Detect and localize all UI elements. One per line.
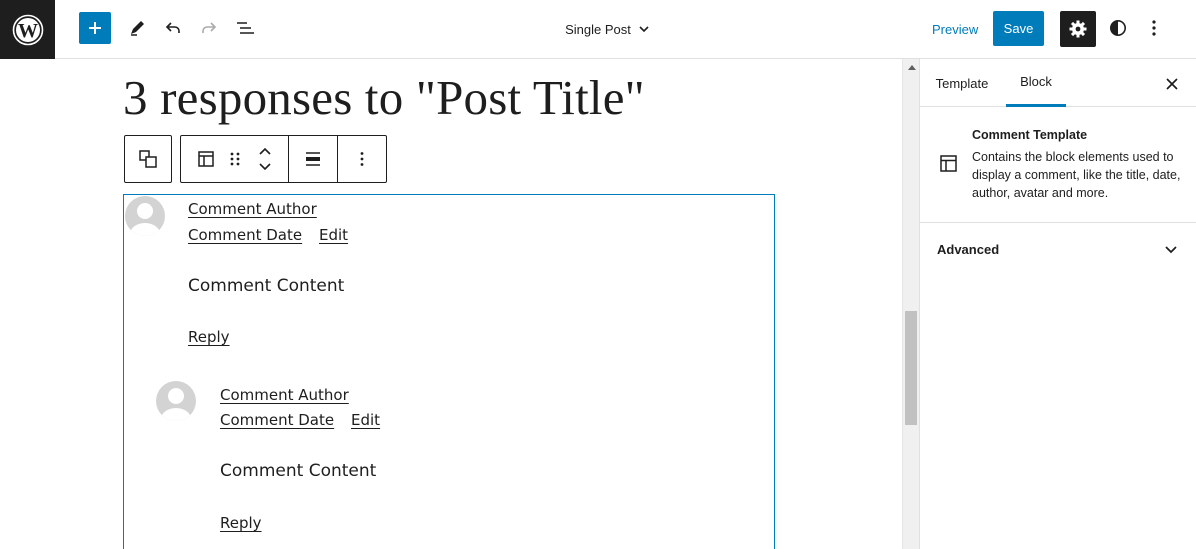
wordpress-logo-button[interactable]: W (0, 0, 55, 59)
comment-template-icon (940, 155, 957, 172)
comment-content: Comment Content (220, 461, 377, 481)
contrast-icon (1110, 20, 1126, 36)
comment-reply-link[interactable]: Reply (188, 328, 230, 346)
block-type-button[interactable] (181, 136, 225, 182)
avatar (125, 196, 165, 236)
justify-icon (306, 152, 320, 166)
comment-edit-link[interactable]: Edit (351, 411, 380, 429)
comment-author-link[interactable]: Comment Author (188, 200, 317, 218)
editor-header: W Single Post Preview Save (0, 0, 1196, 59)
undo-button[interactable] (159, 14, 187, 42)
advanced-panel-label: Advanced (937, 241, 1000, 257)
chevron-down-icon (1165, 246, 1177, 254)
comment-template-block[interactable]: Comment Author Comment Date Edit Comment… (123, 194, 775, 549)
advanced-panel-toggle[interactable]: Advanced (920, 224, 1196, 274)
redo-icon (202, 22, 217, 33)
avatar-placeholder-icon (130, 203, 160, 236)
svg-text:W: W (18, 20, 38, 42)
list-view-icon (237, 22, 254, 34)
avatar (156, 381, 196, 421)
preview-button[interactable]: Preview (924, 12, 986, 46)
drag-handle[interactable] (225, 136, 245, 182)
save-button[interactable]: Save (993, 11, 1044, 46)
add-block-button[interactable] (79, 12, 111, 44)
block-card: Comment Template Contains the block elem… (920, 108, 1196, 223)
tab-block[interactable]: Block (1006, 59, 1066, 107)
comment-date-link[interactable]: Comment Date (188, 226, 302, 244)
close-sidebar-button[interactable] (1159, 71, 1185, 97)
sidebar-tabs: Template Block (920, 59, 1196, 107)
wordpress-logo-icon: W (12, 14, 43, 45)
block-card-title: Comment Template (972, 128, 1088, 142)
tools-button[interactable] (123, 14, 151, 42)
select-parent-icon (139, 150, 157, 168)
tab-template[interactable]: Template (926, 59, 998, 107)
undo-icon (165, 22, 180, 33)
settings-button[interactable] (1060, 11, 1096, 47)
comment-date-link[interactable]: Comment Date (220, 411, 334, 429)
pencil-icon (131, 21, 144, 36)
comment-author-link[interactable]: Comment Author (220, 386, 349, 404)
block-toolbar (180, 135, 387, 183)
editor-canvas[interactable]: 3 responses to "Post Title" Comment Auth… (0, 59, 902, 549)
comment-edit-link[interactable]: Edit (319, 226, 348, 244)
block-card-description: Contains the block elements used to disp… (972, 150, 1181, 200)
comment-reply-link[interactable]: Reply (220, 514, 262, 532)
move-arrows-icon (259, 147, 271, 171)
caret-up-icon (907, 65, 916, 70)
block-options-button[interactable] (338, 136, 386, 182)
justify-button[interactable] (289, 136, 338, 182)
scrollbar-thumb[interactable] (905, 311, 917, 425)
move-up-down-button[interactable] (245, 136, 285, 182)
comments-title[interactable]: 3 responses to "Post Title" (123, 69, 645, 126)
drag-handle-icon (230, 152, 240, 166)
block-switcher-group (181, 136, 289, 182)
document-title-dropdown[interactable]: Single Post (565, 22, 651, 37)
scroll-up-button[interactable] (903, 59, 920, 75)
document-title: Single Post (565, 21, 631, 37)
more-vertical-icon (360, 152, 364, 166)
comment-content: Comment Content (188, 276, 345, 296)
redo-button[interactable] (195, 14, 223, 42)
settings-sidebar: Template Block Comment Template Contains… (919, 59, 1196, 549)
list-view-button[interactable] (231, 14, 259, 42)
canvas-scrollbar[interactable] (902, 59, 919, 549)
gear-icon (1069, 20, 1087, 38)
styles-button[interactable] (1104, 14, 1132, 42)
close-icon (1166, 78, 1178, 90)
select-parent-button[interactable] (124, 135, 172, 183)
plus-icon (89, 22, 101, 34)
more-vertical-icon (1152, 20, 1156, 36)
options-menu-button[interactable] (1140, 14, 1168, 42)
comment-template-icon (198, 151, 214, 167)
chevron-down-icon (639, 26, 649, 33)
avatar-placeholder-icon (161, 388, 191, 421)
